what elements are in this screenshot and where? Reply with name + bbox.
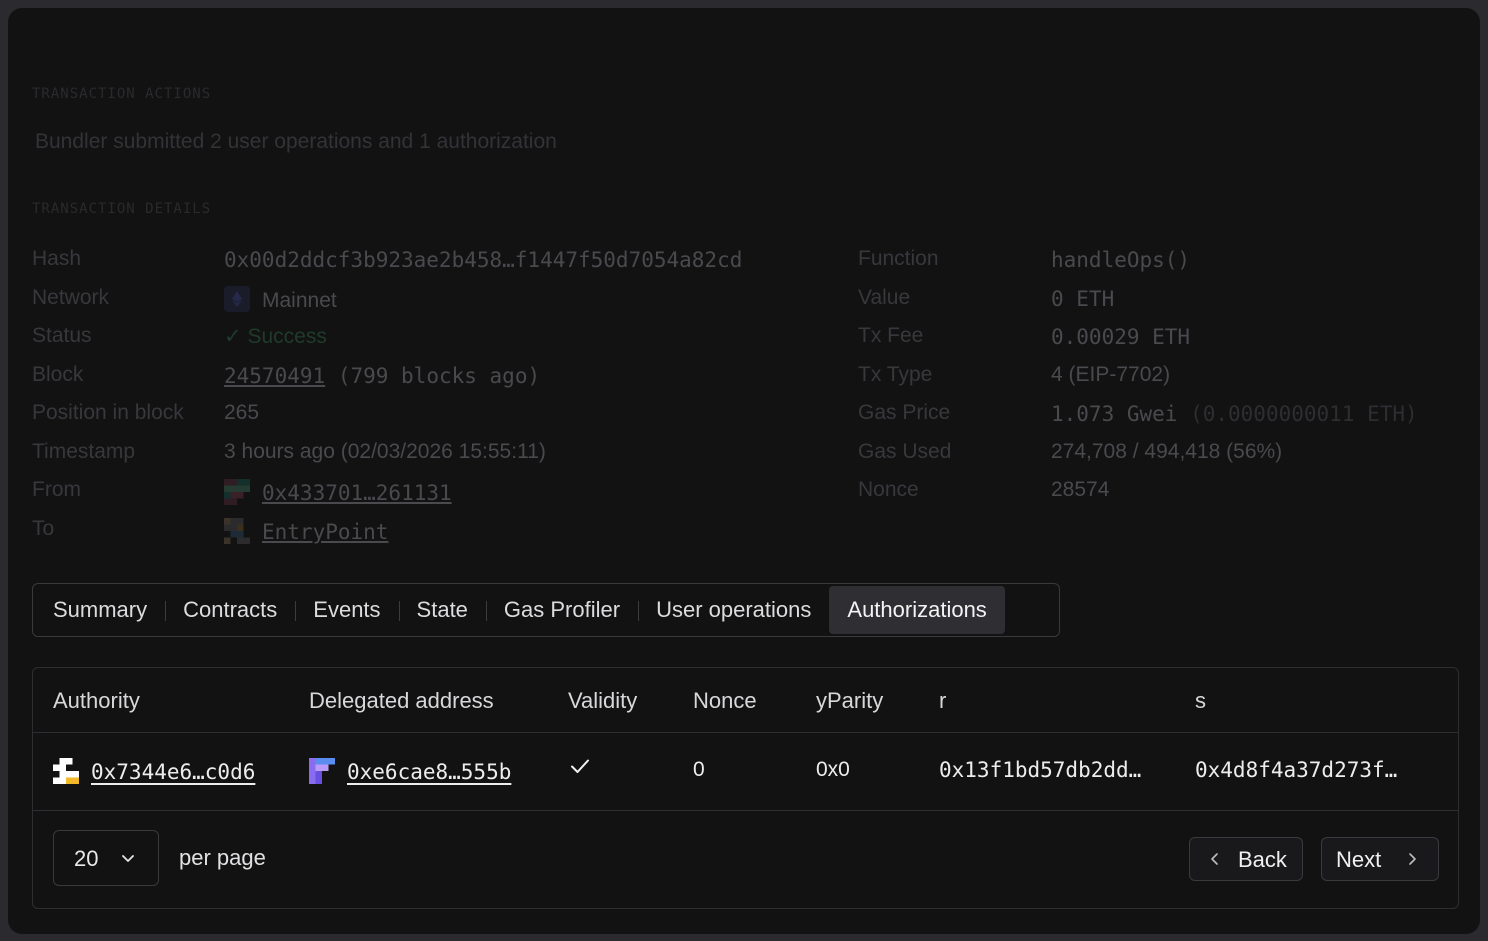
transaction-details-title: TRANSACTION DETAILS bbox=[32, 201, 212, 217]
tab-authorizations[interactable]: Authorizations bbox=[829, 586, 1005, 634]
block-link[interactable]: 24570491 bbox=[224, 364, 325, 388]
app-window: TRANSACTION ACTIONS Bundler submitted 2 … bbox=[8, 8, 1480, 934]
authority-address-link[interactable]: 0x7344e6…c0d6 bbox=[91, 760, 255, 784]
gas-price-eth: (0.0000000011 ETH) bbox=[1190, 402, 1418, 426]
check-icon bbox=[571, 759, 589, 773]
from-avatar bbox=[224, 479, 250, 505]
to-label: To bbox=[32, 517, 55, 540]
tx-type-value: 4 (EIP-7702) bbox=[1051, 363, 1171, 386]
tab-state[interactable]: State bbox=[398, 586, 486, 634]
block-ago: (799 blocks ago) bbox=[337, 364, 541, 388]
ethereum-icon bbox=[224, 286, 250, 312]
position-label: Position in block bbox=[32, 401, 184, 424]
delegated-address-link[interactable]: 0xe6cae8…555b bbox=[347, 760, 511, 784]
per-page-value: 20 bbox=[74, 846, 99, 871]
gas-price-value: 1.073 Gwei bbox=[1051, 402, 1178, 426]
function-value: handleOps() bbox=[1051, 248, 1191, 272]
column-header-r: r bbox=[939, 688, 947, 713]
per-page-select[interactable]: 20 bbox=[53, 830, 159, 886]
tab-events[interactable]: Events bbox=[295, 586, 398, 634]
tx-fee-label: Tx Fee bbox=[858, 324, 924, 347]
timestamp-value: 3 hours ago (02/03/2026 15:55:11) bbox=[224, 440, 546, 463]
gas-used-label: Gas Used bbox=[858, 440, 952, 463]
block-label: Block bbox=[32, 363, 84, 386]
from-label: From bbox=[32, 478, 81, 501]
r-cell: 0x13f1bd57db2dd… bbox=[939, 758, 1142, 782]
authority-avatar bbox=[53, 758, 79, 784]
nonce-label: Nonce bbox=[858, 478, 919, 501]
timestamp-label: Timestamp bbox=[32, 440, 136, 463]
column-header-delegated-address: Delegated address bbox=[309, 688, 494, 713]
check-icon: ✓ bbox=[224, 325, 242, 348]
nonce-value: 28574 bbox=[1051, 478, 1110, 501]
column-header-validity: Validity bbox=[568, 688, 638, 713]
column-header-nonce: Nonce bbox=[693, 688, 757, 713]
delegated-cell: 0xe6cae8…555b bbox=[309, 758, 511, 784]
next-button[interactable]: Next bbox=[1321, 837, 1439, 881]
to-address-link[interactable]: EntryPoint bbox=[262, 520, 388, 544]
network-label: Network bbox=[32, 286, 110, 309]
delegated-avatar bbox=[309, 758, 335, 784]
column-header-s: s bbox=[1195, 688, 1206, 713]
chevron-left-icon bbox=[1211, 853, 1218, 865]
status-value: Success bbox=[247, 325, 327, 348]
status-label: Status bbox=[32, 324, 92, 347]
gas-price-label: Gas Price bbox=[858, 401, 951, 424]
hash-label: Hash bbox=[32, 247, 82, 270]
s-cell: 0x4d8f4a37d273f… bbox=[1195, 758, 1398, 782]
yparity-cell: 0x0 bbox=[816, 758, 850, 781]
tab-contracts[interactable]: Contracts bbox=[165, 586, 295, 634]
table-header: Authority Delegated address Validity Non… bbox=[33, 668, 1458, 733]
column-header-authority: Authority bbox=[53, 688, 140, 713]
status-badge: ✓ Success bbox=[224, 324, 327, 349]
tab-summary[interactable]: Summary bbox=[35, 586, 165, 634]
function-label: Function bbox=[858, 247, 939, 270]
to-avatar bbox=[224, 518, 250, 544]
hash-value[interactable]: 0x00d2ddcf3b923ae2b458…f1447f50d7054a82c… bbox=[224, 248, 742, 272]
table-row: 0x7344e6…c0d6 0xe6cae8…555b 0 0x0 0x13f1… bbox=[33, 732, 1458, 811]
chevron-right-icon bbox=[1409, 853, 1416, 865]
authority-cell: 0x7344e6…c0d6 bbox=[53, 758, 255, 784]
tx-type-label: Tx Type bbox=[858, 363, 933, 386]
back-button[interactable]: Back bbox=[1189, 837, 1303, 881]
transaction-actions-text: Bundler submitted 2 user operations and … bbox=[35, 130, 557, 153]
tab-bar: Summary Contracts Events State Gas Profi… bbox=[32, 583, 1060, 637]
network-value: Mainnet bbox=[262, 289, 337, 312]
from-address-link[interactable]: 0x433701…261131 bbox=[262, 481, 452, 505]
position-value: 265 bbox=[224, 401, 260, 424]
tx-fee-value: 0.00029 ETH bbox=[1051, 325, 1191, 349]
validity-cell bbox=[568, 754, 592, 784]
nonce-cell: 0 bbox=[693, 758, 705, 781]
next-label: Next bbox=[1336, 847, 1382, 872]
tab-user-operations[interactable]: User operations bbox=[638, 586, 829, 634]
back-label: Back bbox=[1238, 847, 1287, 872]
value-label: Value bbox=[858, 286, 911, 309]
transaction-actions-title: TRANSACTION ACTIONS bbox=[32, 86, 212, 102]
per-page-label: per page bbox=[179, 845, 266, 870]
column-header-yparity: yParity bbox=[816, 688, 884, 713]
gas-used-value: 274,708 / 494,418 (56%) bbox=[1051, 440, 1283, 463]
network-row: Mainnet bbox=[224, 286, 337, 313]
tab-gas-profiler[interactable]: Gas Profiler bbox=[485, 586, 638, 634]
chevron-down-icon bbox=[122, 855, 134, 862]
authorizations-table: Authority Delegated address Validity Non… bbox=[32, 667, 1459, 909]
value-value: 0 ETH bbox=[1051, 287, 1115, 311]
